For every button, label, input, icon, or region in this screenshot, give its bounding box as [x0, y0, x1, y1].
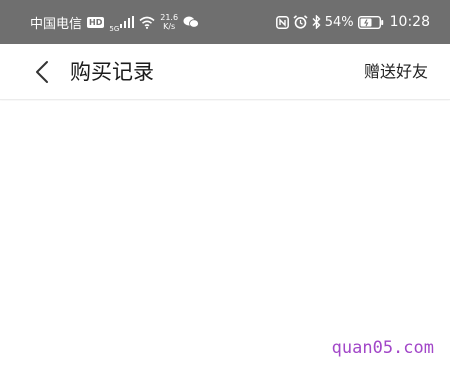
back-button[interactable] [30, 58, 54, 86]
nfc-icon [275, 15, 289, 29]
status-right: 54% 10:28 [275, 14, 430, 30]
bluetooth-icon [312, 15, 321, 29]
nav-bar: 购买记录 赠送好友 [0, 44, 450, 100]
signal-icon [120, 16, 135, 28]
network-speed: 21.6 K/s [160, 13, 178, 31]
speed-value: 21.6 [160, 13, 179, 22]
network-type: 5G [109, 25, 120, 33]
watermark-text: quan05.com [331, 338, 434, 358]
page-title: 购买记录 [70, 60, 154, 84]
status-left: 中国电信 HD 5G 21.6 K/s [30, 11, 199, 33]
hd-badge-icon: HD [87, 16, 105, 28]
alarm-icon [293, 15, 308, 29]
carrier-name: 中国电信 [30, 16, 83, 32]
purchase-records-content: quan05.com [0, 101, 450, 380]
wifi-icon [139, 16, 155, 29]
speed-unit: K/s [163, 22, 176, 31]
chevron-left-icon [35, 60, 49, 84]
battery-icon [357, 15, 384, 29]
gift-to-friend-button[interactable]: 赠送好友 [364, 61, 428, 83]
status-bar: 中国电信 HD 5G 21.6 K/s 54% 10:28 [0, 0, 450, 44]
wechat-icon [183, 16, 199, 28]
clock-time: 10:28 [389, 14, 430, 30]
battery-percent: 54% [324, 14, 354, 30]
